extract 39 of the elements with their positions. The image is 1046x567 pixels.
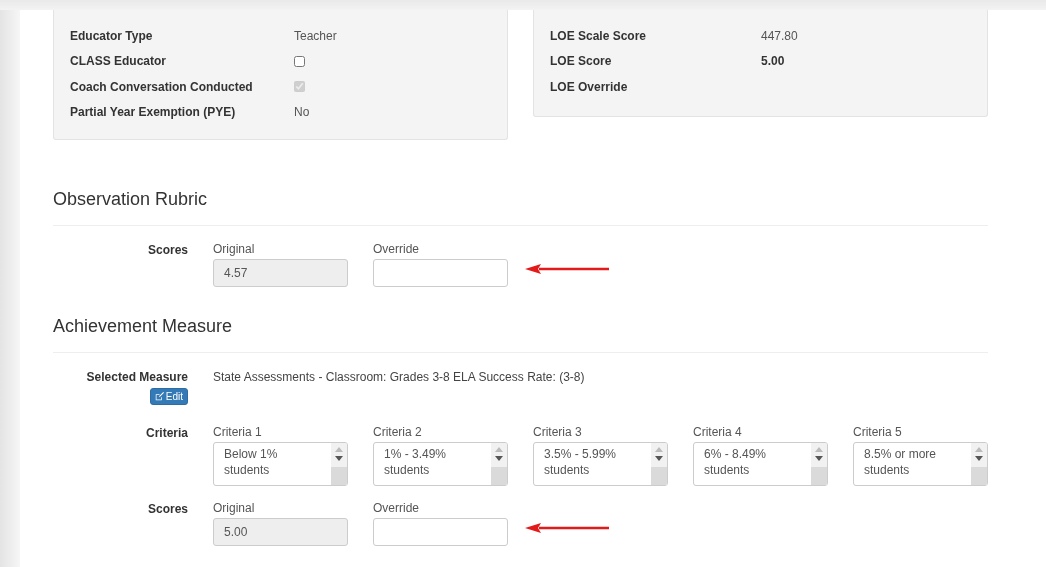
field-label: Criteria 1 bbox=[213, 425, 263, 439]
field-label: Criteria 2 bbox=[373, 425, 423, 439]
field-label: Scores bbox=[147, 242, 188, 257]
edit-icon bbox=[154, 392, 164, 401]
field-label: Scores bbox=[147, 501, 188, 516]
field-value: 5.00 bbox=[761, 54, 785, 69]
field-label: Criteria 4 bbox=[693, 425, 743, 439]
field-label: Original bbox=[213, 242, 256, 256]
field-value: 447.80 bbox=[761, 28, 798, 43]
criteria-textarea[interactable]: 8.5% or more students bbox=[853, 442, 988, 486]
field-label: Partial Year Exemption (PYE) bbox=[70, 105, 237, 120]
field-label: Coach Conversation Conducted bbox=[70, 79, 254, 94]
score-field: 4.57 bbox=[213, 259, 348, 287]
section-heading: Observation Rubric bbox=[53, 188, 209, 210]
field-label: CLASS Educator bbox=[70, 54, 167, 69]
score-field: 5.00 bbox=[213, 518, 348, 546]
criteria-textarea[interactable]: Below 1% students bbox=[213, 442, 348, 486]
field-label: LOE Scale Score bbox=[550, 28, 648, 43]
field-label: Original bbox=[213, 501, 256, 515]
field-label: Override bbox=[373, 242, 420, 256]
field-label: Criteria 5 bbox=[853, 425, 903, 439]
criteria-textarea[interactable]: 6% - 8.49% students bbox=[693, 442, 828, 486]
override-field[interactable] bbox=[373, 259, 508, 287]
override-field[interactable] bbox=[373, 518, 508, 546]
field-label: Educator Type bbox=[70, 28, 154, 43]
field-label: Criteria 3 bbox=[533, 425, 583, 439]
checkbox[interactable] bbox=[294, 55, 305, 67]
field-label: Selected Measure bbox=[86, 369, 188, 384]
field-label: Override bbox=[373, 501, 420, 515]
field-label: LOE Score bbox=[550, 54, 613, 69]
field-value: No bbox=[294, 105, 310, 120]
section-heading: Achievement Measure bbox=[53, 315, 234, 337]
field-label: Criteria bbox=[145, 425, 188, 440]
criteria-textarea[interactable]: 1% - 3.49% students bbox=[373, 442, 508, 486]
field-label: LOE Override bbox=[550, 79, 629, 94]
field-value: Teacher bbox=[294, 28, 337, 43]
edit-button[interactable]: Edit bbox=[149, 388, 188, 405]
measure-text: State Assessments - Classroom: Grades 3-8 ELA Success Rate: (3-8) bbox=[213, 369, 585, 384]
criteria-textarea[interactable]: 3.5% - 5.99% students bbox=[533, 442, 668, 486]
